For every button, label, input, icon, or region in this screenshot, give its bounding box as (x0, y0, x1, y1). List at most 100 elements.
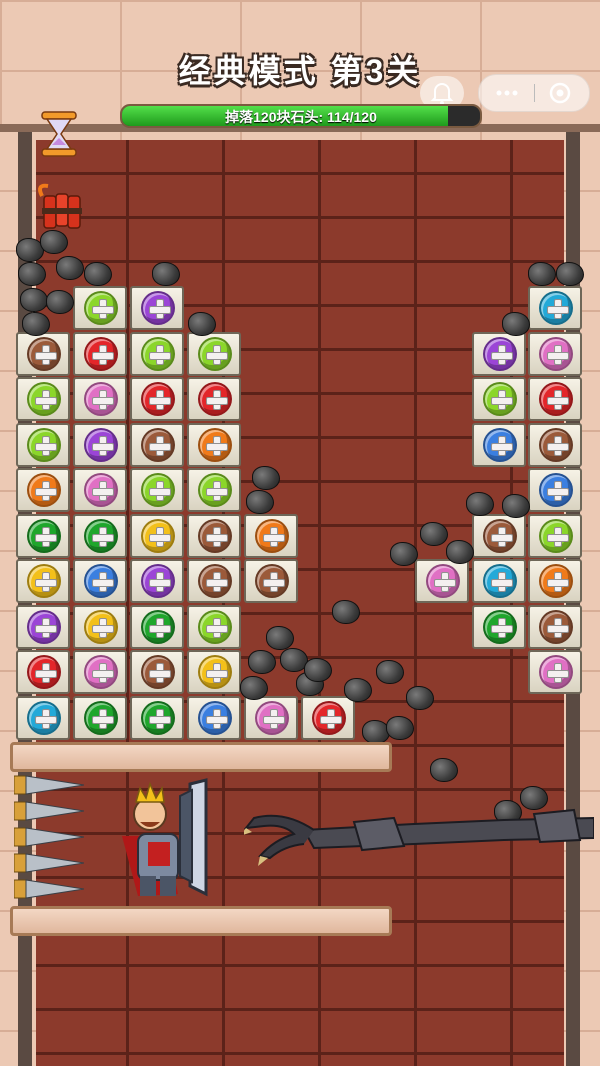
green-screw-icon[interactable] (84, 700, 118, 735)
screw-tile[interactable] (73, 286, 127, 330)
screw-tile[interactable] (471, 377, 526, 421)
screw-tile[interactable] (130, 650, 184, 694)
screw-tile[interactable] (244, 513, 298, 558)
screw-tile[interactable] (471, 331, 526, 376)
red-screw-icon[interactable] (84, 336, 118, 371)
pink-screw-icon[interactable] (84, 382, 118, 416)
screw-tile[interactable] (187, 513, 241, 558)
screw-tile[interactable] (73, 559, 127, 603)
screw-tile[interactable] (528, 422, 582, 467)
screw-tile[interactable] (130, 377, 184, 421)
pink-screw-icon[interactable] (539, 336, 573, 371)
purple-screw-icon[interactable] (84, 427, 118, 462)
screw-tile[interactable] (528, 377, 582, 421)
screw-tile[interactable] (16, 604, 70, 649)
brown-screw-icon[interactable] (141, 427, 175, 462)
screw-tile[interactable] (244, 695, 298, 740)
more-dots-icon[interactable] (491, 83, 523, 103)
purple-screw-icon[interactable] (482, 336, 517, 371)
green-screw-icon[interactable] (482, 609, 517, 644)
lime-screw-icon[interactable] (141, 473, 175, 507)
orange-screw-icon[interactable] (539, 564, 573, 598)
screw-tile[interactable] (73, 513, 127, 558)
screw-tile[interactable] (187, 331, 241, 376)
lime-screw-icon[interactable] (482, 382, 517, 416)
screw-tile[interactable] (187, 650, 241, 694)
screw-tile[interactable] (528, 513, 582, 558)
pink-screw-icon[interactable] (539, 655, 573, 689)
screw-tile[interactable] (130, 468, 184, 512)
screw-tile[interactable] (16, 331, 70, 376)
screw-tile[interactable] (130, 422, 184, 467)
yellow-screw-icon[interactable] (27, 564, 61, 598)
screw-tile[interactable] (301, 695, 355, 740)
cyan-screw-icon[interactable] (27, 700, 61, 735)
lime-screw-icon[interactable] (84, 291, 118, 325)
red-screw-icon[interactable] (198, 382, 232, 416)
green-screw-icon[interactable] (141, 609, 175, 644)
blue-screw-icon[interactable] (84, 564, 118, 598)
purple-screw-icon[interactable] (141, 564, 175, 598)
screw-tile[interactable] (528, 604, 582, 649)
orange-screw-icon[interactable] (198, 427, 232, 462)
brown-screw-icon[interactable] (198, 564, 232, 598)
brown-screw-icon[interactable] (27, 336, 61, 371)
screw-tile[interactable] (16, 377, 70, 421)
brown-screw-icon[interactable] (198, 518, 232, 553)
red-screw-icon[interactable] (27, 655, 61, 689)
cyan-screw-icon[interactable] (539, 291, 573, 325)
screw-tile[interactable] (528, 468, 582, 512)
pink-screw-icon[interactable] (84, 473, 118, 507)
screw-tile[interactable] (73, 331, 127, 376)
pink-screw-icon[interactable] (84, 655, 118, 689)
screw-tile[interactable] (16, 513, 70, 558)
screw-tile[interactable] (73, 650, 127, 694)
orange-screw-icon[interactable] (255, 518, 289, 553)
lime-screw-icon[interactable] (27, 382, 61, 416)
purple-screw-icon[interactable] (141, 291, 175, 325)
screw-tile[interactable] (73, 604, 127, 649)
screw-tile[interactable] (528, 331, 582, 376)
purple-screw-icon[interactable] (27, 609, 61, 644)
brown-screw-icon[interactable] (482, 518, 517, 553)
screw-tile[interactable] (244, 559, 298, 603)
screw-tile[interactable] (187, 695, 241, 740)
screw-tile[interactable] (528, 650, 582, 694)
screw-tile[interactable] (187, 468, 241, 512)
screw-tile[interactable] (130, 286, 184, 330)
green-screw-icon[interactable] (141, 700, 175, 735)
screw-tile[interactable] (130, 604, 184, 649)
mini-program-close-icon[interactable] (547, 81, 573, 105)
red-screw-icon[interactable] (141, 382, 175, 416)
yellow-screw-icon[interactable] (198, 655, 232, 689)
screw-tile[interactable] (415, 559, 469, 603)
green-screw-icon[interactable] (84, 518, 118, 553)
pink-screw-icon[interactable] (255, 700, 289, 735)
screw-tile[interactable] (187, 377, 241, 421)
screw-tile[interactable] (73, 377, 127, 421)
screw-tile[interactable] (471, 422, 526, 467)
screw-tile[interactable] (130, 513, 184, 558)
screw-tile[interactable] (130, 695, 184, 740)
orange-screw-icon[interactable] (27, 473, 61, 507)
blue-screw-icon[interactable] (539, 473, 573, 507)
screw-tile[interactable] (73, 422, 127, 467)
green-screw-icon[interactable] (27, 518, 61, 553)
screw-tile[interactable] (16, 695, 70, 740)
screw-tile[interactable] (16, 650, 70, 694)
yellow-screw-icon[interactable] (84, 609, 118, 644)
yellow-screw-icon[interactable] (141, 518, 175, 553)
red-screw-icon[interactable] (312, 700, 346, 735)
screw-tile[interactable] (187, 604, 241, 649)
lime-screw-icon[interactable] (198, 336, 232, 371)
screw-tile[interactable] (471, 513, 526, 558)
screw-tile[interactable] (471, 559, 526, 603)
screw-tile[interactable] (16, 422, 70, 467)
lime-screw-icon[interactable] (539, 518, 573, 553)
cyan-screw-icon[interactable] (482, 564, 517, 598)
red-screw-icon[interactable] (539, 382, 573, 416)
screw-tile[interactable] (187, 559, 241, 603)
brown-screw-icon[interactable] (141, 655, 175, 689)
screw-tile[interactable] (187, 422, 241, 467)
screw-tile[interactable] (528, 559, 582, 603)
